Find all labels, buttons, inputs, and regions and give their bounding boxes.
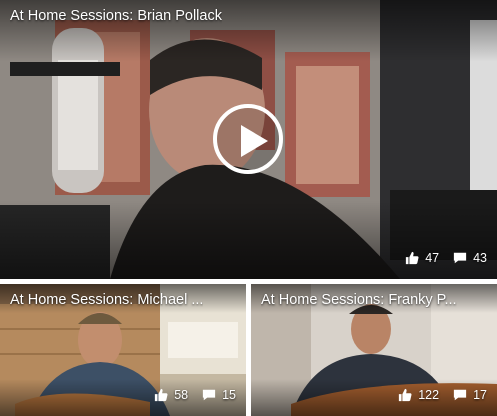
likes-value: 122 bbox=[418, 388, 440, 402]
video-tile-main[interactable]: At Home Sessions: Brian Pollack 47 43 bbox=[0, 0, 497, 279]
comments-value: 43 bbox=[473, 251, 487, 265]
play-icon bbox=[241, 125, 268, 157]
thumbs-up-icon bbox=[399, 388, 412, 402]
likes-count: 47 bbox=[405, 251, 439, 265]
video-stats: 47 43 bbox=[397, 251, 487, 265]
thumbs-up-icon bbox=[155, 388, 168, 402]
video-title: At Home Sessions: Brian Pollack bbox=[10, 8, 222, 24]
comments-count: 43 bbox=[453, 251, 487, 265]
likes-count: 122 bbox=[398, 388, 439, 402]
video-stats: 122 17 bbox=[390, 388, 487, 402]
comments-count: 15 bbox=[202, 388, 236, 402]
comments-count: 17 bbox=[453, 388, 487, 402]
likes-value: 58 bbox=[174, 388, 189, 402]
speech-bubble-icon bbox=[453, 252, 467, 264]
speech-bubble-icon bbox=[202, 389, 216, 401]
video-tile-third[interactable]: At Home Sessions: Franky P... 122 17 bbox=[251, 284, 497, 416]
video-stats: 58 15 bbox=[146, 388, 236, 402]
video-title: At Home Sessions: Michael ... bbox=[10, 292, 204, 308]
speech-bubble-icon bbox=[453, 389, 467, 401]
video-tile-second[interactable]: At Home Sessions: Michael ... 58 15 bbox=[0, 284, 246, 416]
comments-value: 15 bbox=[222, 388, 236, 402]
likes-value: 47 bbox=[425, 251, 440, 265]
thumbs-up-icon bbox=[406, 251, 419, 265]
video-title: At Home Sessions: Franky P... bbox=[261, 292, 457, 308]
likes-count: 58 bbox=[154, 388, 188, 402]
comments-value: 17 bbox=[473, 388, 487, 402]
play-button[interactable] bbox=[213, 104, 283, 174]
